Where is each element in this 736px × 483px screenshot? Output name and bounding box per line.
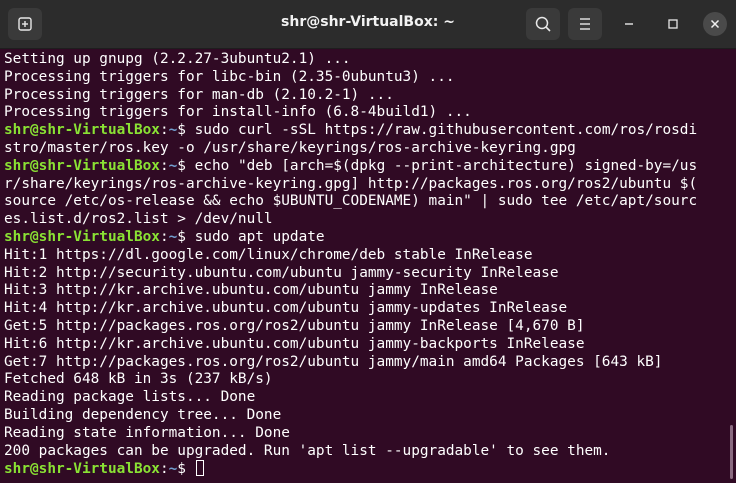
maximize-icon [668,19,678,29]
prompt-user-host: shr@shr-VirtualBox [4,157,160,174]
title-bar[interactable]: shr@shr-VirtualBox: ~ [0,0,736,49]
prompt-symbol: $ [177,228,195,245]
output-line: Hit:6 http://kr.archive.ubuntu.com/ubunt… [4,336,736,354]
output-text: Reading state information... Done [4,424,290,441]
prompt-user-host: shr@shr-VirtualBox [4,461,160,478]
prompt-path: ~ [168,461,178,478]
search-button[interactable] [526,8,560,40]
output-text: stro/master/ros.key -o /usr/share/keyrin… [4,139,576,156]
output-line: Hit:3 http://kr.archive.ubuntu.com/ubunt… [4,282,736,300]
prompt-path: ~ [168,157,178,174]
prompt-line: shr@shr-VirtualBox:~$ sudo curl -sSL htt… [4,122,736,140]
output-line: Reading state information... Done [4,425,736,443]
new-tab-icon [18,17,32,31]
output-line: Building dependency tree... Done [4,407,736,425]
prompt-line: shr@shr-VirtualBox:~$ sudo apt update [4,229,736,247]
prompt-path: ~ [168,228,178,245]
output-line: es.list.d/ros2.list > /dev/null [4,211,736,229]
output-text: es.list.d/ros2.list > /dev/null [4,211,273,228]
output-line: stro/master/ros.key -o /usr/share/keyrin… [4,140,736,158]
output-text: Hit:1 https://dl.google.com/linux/chrome… [4,246,533,263]
prompt-user-host: shr@shr-VirtualBox [4,122,160,139]
output-line: Setting up gnupg (2.2.27-3ubuntu2.1) ... [4,51,736,69]
output-line: Hit:1 https://dl.google.com/linux/chrome… [4,247,736,265]
terminal-output[interactable]: Setting up gnupg (2.2.27-3ubuntu2.1) ...… [4,51,736,483]
terminal-window: shr@shr-VirtualBox: ~ Setting up gnupg (… [0,0,736,483]
prompt-line: shr@shr-VirtualBox:~$ [4,460,736,478]
minimize-icon [625,23,633,25]
text-cursor [195,460,204,477]
output-line: r/share/keyrings/ros-archive-keyring.gpg… [4,176,736,194]
menu-button[interactable] [568,8,602,40]
output-text: 200 packages can be upgraded. Run 'apt l… [4,442,611,459]
prompt-symbol: $ [177,461,195,478]
minimize-button[interactable] [617,12,641,36]
output-text: Processing triggers for libc-bin (2.35-0… [4,68,455,85]
search-icon [535,16,551,32]
prompt-separator: : [159,461,169,478]
output-line: Reading package lists... Done [4,389,736,407]
scrollbar[interactable] [730,425,733,479]
hamburger-menu-icon [580,18,590,30]
output-line: Get:5 http://packages.ros.org/ros2/ubunt… [4,318,736,336]
prompt-line: shr@shr-VirtualBox:~$ echo "deb [arch=$(… [4,158,736,176]
output-text: Building dependency tree... Done [4,406,282,423]
output-text: Get:7 http://packages.ros.org/ros2/ubunt… [4,353,663,370]
output-text: Processing triggers for man-db (2.10.2-1… [4,86,394,103]
output-line: Hit:4 http://kr.archive.ubuntu.com/ubunt… [4,300,736,318]
command-text: echo "deb [arch=$(dpkg --print-architect… [194,157,698,174]
prompt-symbol: $ [177,122,195,139]
output-line: Processing triggers for install-info (6.… [4,104,736,122]
output-text: Setting up gnupg (2.2.27-3ubuntu2.1) ... [4,51,351,67]
output-text: Fetched 648 kB in 3s (237 kB/s) [4,371,273,388]
output-line: source /etc/os-release && echo $UBUNTU_C… [4,193,736,211]
new-tab-button[interactable] [8,8,42,40]
prompt-separator: : [159,157,169,174]
output-text: r/share/keyrings/ros-archive-keyring.gpg… [4,175,698,192]
close-icon [710,19,720,29]
command-text: sudo curl -sSL https://raw.githubusercon… [194,122,698,139]
prompt-symbol: $ [177,157,195,174]
maximize-button[interactable] [661,12,685,36]
output-text: Hit:6 http://kr.archive.ubuntu.com/ubunt… [4,335,585,352]
output-line: Processing triggers for man-db (2.10.2-1… [4,87,736,105]
output-text: Processing triggers for install-info (6.… [4,104,472,121]
output-line: Processing triggers for libc-bin (2.35-0… [4,69,736,87]
output-text: Hit:2 http://security.ubuntu.com/ubuntu … [4,264,559,281]
output-text: Reading package lists... Done [4,389,256,406]
prompt-separator: : [159,228,169,245]
output-line: Get:7 http://packages.ros.org/ros2/ubunt… [4,354,736,372]
command-text: sudo apt update [194,228,325,245]
output-text: Hit:4 http://kr.archive.ubuntu.com/ubunt… [4,300,568,317]
prompt-path: ~ [168,122,178,139]
output-line: Fetched 648 kB in 3s (237 kB/s) [4,371,736,389]
close-button[interactable] [703,12,727,36]
prompt-user-host: shr@shr-VirtualBox [4,228,160,245]
output-text: source /etc/os-release && echo $UBUNTU_C… [4,193,698,210]
output-line: 200 packages can be upgraded. Run 'apt l… [4,443,736,461]
prompt-separator: : [159,122,169,139]
output-text: Hit:3 http://kr.archive.ubuntu.com/ubunt… [4,282,498,299]
output-line: Hit:2 http://security.ubuntu.com/ubuntu … [4,265,736,283]
output-text: Get:5 http://packages.ros.org/ros2/ubunt… [4,317,585,334]
